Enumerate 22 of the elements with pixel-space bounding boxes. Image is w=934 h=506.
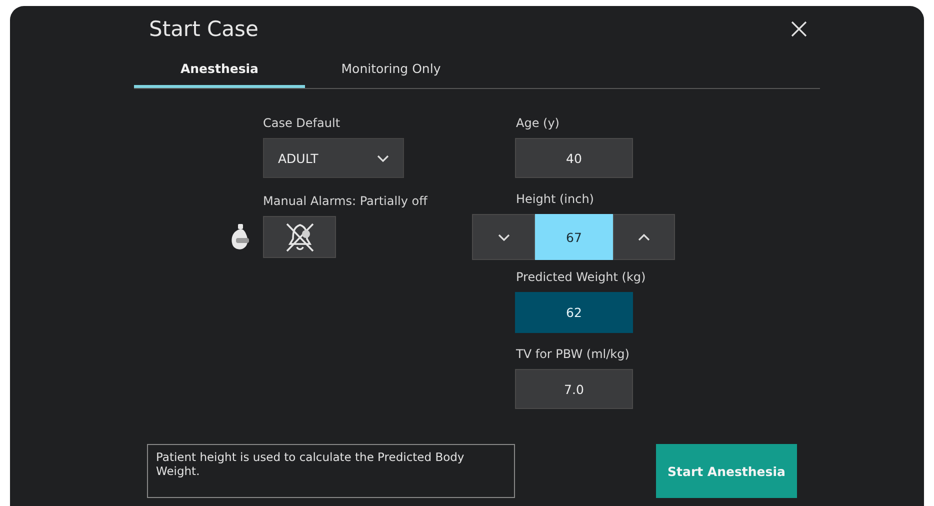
input-field[interactable]: 40 [515, 138, 633, 178]
field-label: Height (inch) [515, 191, 595, 207]
alarm-off-button[interactable] [263, 216, 336, 258]
field-label: Case Default [262, 115, 342, 131]
field-label: Manual Alarms: Partially off [262, 193, 429, 209]
height-field[interactable]: 67 [535, 214, 613, 260]
info-text: Patient height is used to calculate the Predicted Body Weight. [147, 444, 515, 498]
field-label: Predicted Weight (kg) [515, 269, 647, 285]
chevron-down-icon [498, 234, 510, 240]
chevron-down-icon [377, 154, 389, 162]
case-default-dropdown[interactable]: ADULT [263, 138, 404, 178]
dialog-title: Start Case [149, 17, 258, 41]
tab[interactable]: Monitoring Only [305, 52, 477, 88]
field-label: Age (y) [515, 115, 560, 131]
chevron-up-icon [638, 234, 650, 240]
close-button[interactable] [790, 20, 808, 38]
field-label: TV for PBW (ml/kg) [515, 346, 630, 362]
breathing-bag-icon [230, 223, 252, 251]
value-display: 62 [515, 292, 633, 333]
input-field[interactable]: 7.0 [515, 369, 633, 409]
tab[interactable]: Anesthesia [134, 52, 305, 88]
close-icon [790, 20, 808, 38]
